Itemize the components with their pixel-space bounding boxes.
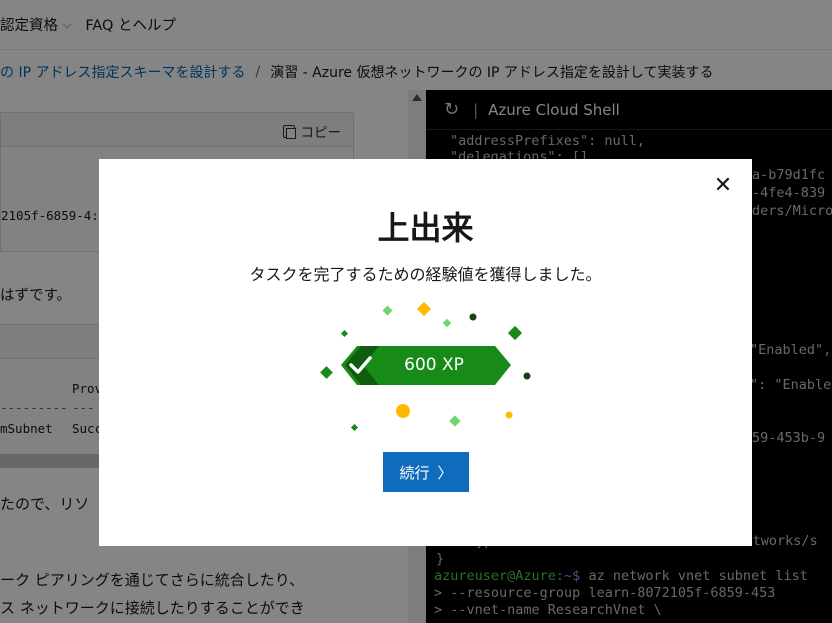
confetti-diamond [340,329,349,338]
confetti-diamond [449,415,461,427]
confetti-diamond [320,366,333,379]
continue-button[interactable]: 続行 〉 [383,452,469,492]
confetti-dot [505,411,513,419]
checkmark-icon [349,356,372,374]
confetti-diamond [507,325,523,341]
continue-label: 続行 [399,463,430,482]
confetti-diamond [382,305,393,316]
xp-amount: 600 XP [404,355,464,375]
confetti-diamond [416,301,432,317]
confetti-dot [523,372,531,380]
confetti-dot [469,313,477,321]
achievement-dialog: ✕ 上出来 タスクを完了するための経験値を獲得しました。 600 XP 続行 〉 [99,159,752,546]
confetti-diamond [350,423,359,432]
dialog-subtitle: タスクを完了するための経験値を獲得しました。 [249,265,602,284]
close-icon[interactable]: ✕ [712,175,734,197]
confetti-dot [396,404,410,418]
confetti-diamond [442,318,452,328]
chevron-right-icon: 〉 [437,463,453,482]
dialog-title: 上出来 [377,209,474,247]
